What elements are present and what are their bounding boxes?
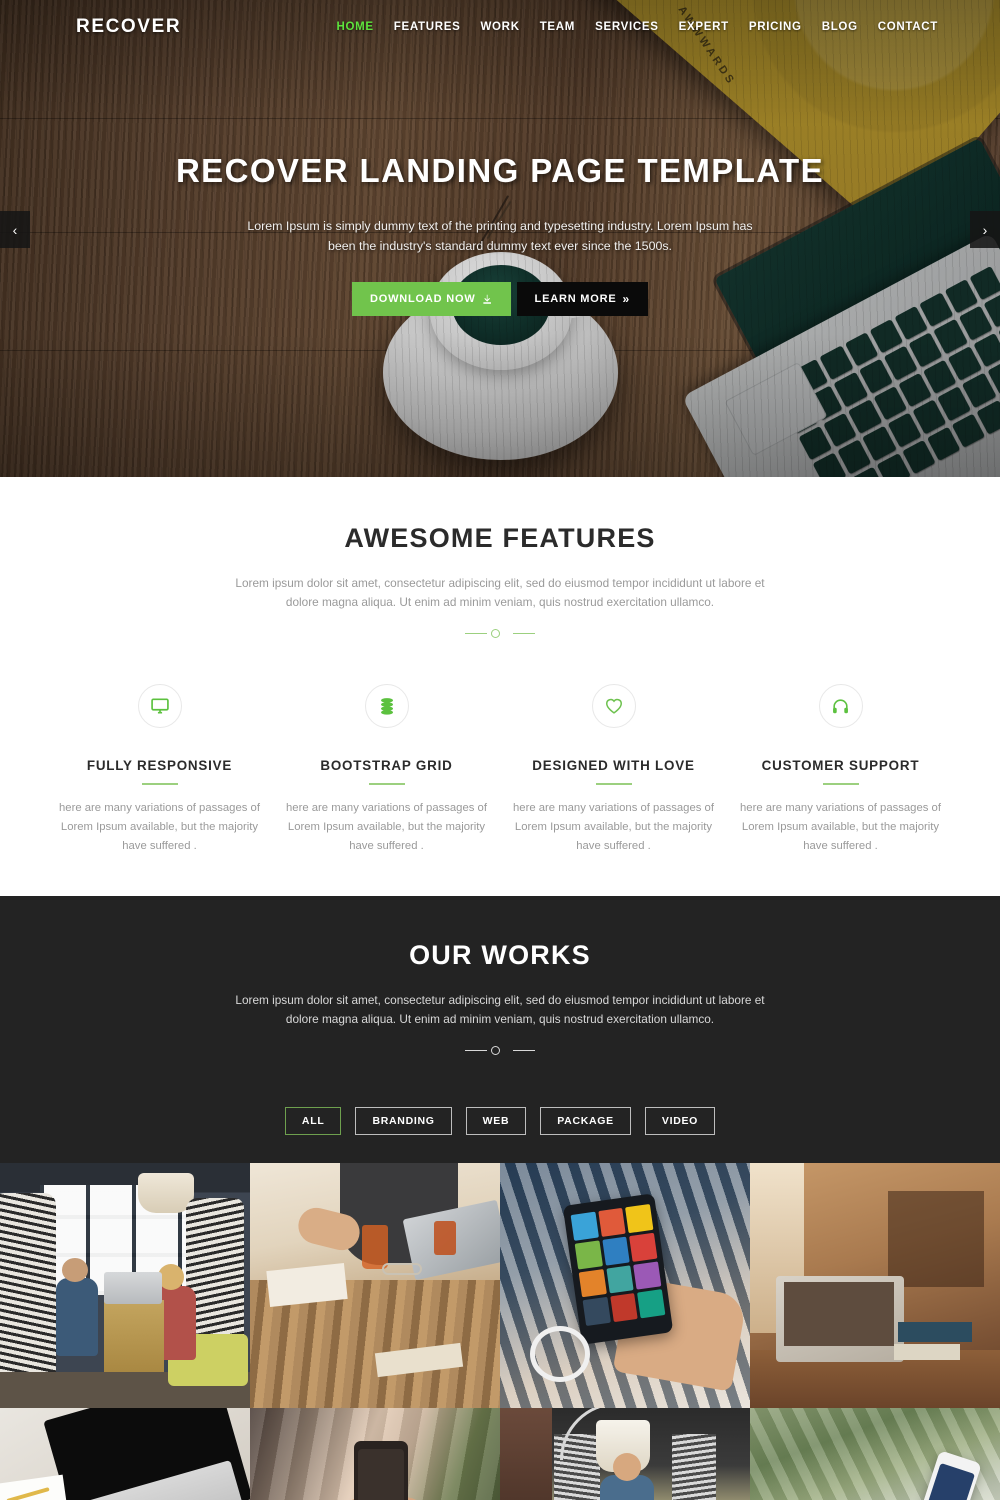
works-title: OUR WORKS: [409, 940, 591, 970]
chevron-left-icon: ‹: [12, 221, 18, 238]
site-logo[interactable]: RECOVER: [76, 16, 181, 38]
nav-item-features[interactable]: FEATURES: [394, 21, 461, 33]
slider-prev-button[interactable]: ‹: [0, 211, 30, 248]
portfolio-image-blurred-hand-with-phone: [250, 1408, 500, 1500]
portfolio-item-7[interactable]: [500, 1408, 750, 1500]
nav-item-team[interactable]: TEAM: [540, 21, 575, 33]
feature-card-designed-with-love: DESIGNED WITH LOVE here are many variati…: [500, 684, 727, 856]
hero-subtitle: Lorem Ipsum is simply dummy text of the …: [247, 219, 753, 253]
download-now-button[interactable]: DOWNLOAD NOW: [352, 282, 511, 316]
portfolio-image-open-laptop-on-light-desk: [0, 1408, 250, 1500]
hero-buttons: DOWNLOAD NOW LEARN MORE »: [0, 282, 1000, 316]
feature-title: CUSTOMER SUPPORT: [761, 758, 920, 773]
download-now-label: DOWNLOAD NOW: [370, 293, 476, 305]
features-title: AWESOME FEATURES: [344, 523, 656, 553]
portfolio-item-1[interactable]: [0, 1163, 250, 1408]
portfolio-image-phone-outdoors-on-grass: [750, 1408, 1000, 1500]
feature-description: here are many variations of passages of …: [286, 802, 487, 852]
portfolio-item-3[interactable]: [500, 1163, 750, 1408]
filter-all[interactable]: ALL: [284, 1107, 342, 1135]
headphones-icon: [833, 698, 848, 713]
works-section: OUR WORKS Lorem ipsum dolor sit amet, co…: [0, 896, 1000, 1500]
feature-icon-wrapper: [364, 684, 409, 728]
nav-menu: HOME FEATURES WORK TEAM SERVICES EXPERT …: [336, 21, 938, 33]
feature-icon-wrapper: [818, 684, 863, 728]
portfolio-image-two-people-meeting-with-laptop: [0, 1163, 250, 1408]
feature-description: here are many variations of passages of …: [59, 802, 260, 852]
database-stack-icon: [380, 698, 393, 715]
portfolio-image-laptop-on-wooden-desk-with-shelf: [750, 1163, 1000, 1408]
nav-item-home[interactable]: HOME: [336, 21, 373, 33]
feature-card-bootstrap-grid: BOOTSTRAP GRID here are many variations …: [273, 684, 500, 856]
feature-description: here are many variations of passages of …: [740, 802, 941, 852]
chevron-right-icon: ›: [982, 221, 988, 238]
section-divider: [465, 628, 535, 640]
feature-title: DESIGNED WITH LOVE: [532, 758, 695, 773]
portfolio-image-man-in-booth-under-lamp: [500, 1408, 750, 1500]
heart-icon: [605, 698, 622, 714]
download-icon: [482, 294, 491, 304]
chevron-double-right-icon: »: [622, 292, 630, 306]
feature-title: FULLY RESPONSIVE: [86, 758, 233, 773]
feature-card-customer-support: CUSTOMER SUPPORT here are many variation…: [727, 684, 954, 856]
features-subtitle: Lorem ipsum dolor sit amet, consectetur …: [235, 576, 765, 609]
nav-item-expert[interactable]: EXPERT: [679, 21, 729, 33]
portfolio-item-4[interactable]: [750, 1163, 1000, 1408]
portfolio-filters: ALL BRANDING WEB PACKAGE VIDEO: [0, 1107, 1000, 1163]
feature-underline: [368, 783, 405, 785]
feature-description: here are many variations of passages of …: [513, 802, 714, 852]
filter-video[interactable]: VIDEO: [644, 1107, 716, 1135]
feature-underline: [822, 783, 859, 785]
feature-card-fully-responsive: FULLY RESPONSIVE here are many variation…: [46, 684, 273, 856]
feature-icon-wrapper: [591, 684, 636, 728]
features-list: FULLY RESPONSIVE here are many variation…: [0, 684, 1000, 856]
portfolio-item-5[interactable]: [0, 1408, 250, 1500]
portfolio-item-6[interactable]: [250, 1408, 500, 1500]
nav-item-services[interactable]: SERVICES: [595, 21, 659, 33]
feature-icon-wrapper: [137, 684, 182, 728]
nav-item-contact[interactable]: CONTACT: [878, 21, 938, 33]
nav-item-blog[interactable]: BLOG: [822, 21, 858, 33]
learn-more-button[interactable]: LEARN MORE »: [516, 282, 648, 316]
portfolio-image-hand-holding-smartphone-tiles: [500, 1163, 750, 1408]
filter-branding[interactable]: BRANDING: [355, 1107, 452, 1135]
portfolio-grid: [0, 1163, 1000, 1500]
hero-title: RECOVER LANDING PAGE TEMPLATE: [175, 152, 825, 189]
feature-underline: [141, 783, 178, 785]
nav-item-work[interactable]: WORK: [480, 21, 519, 33]
features-section: AWESOME FEATURES Lorem ipsum dolor sit a…: [0, 477, 1000, 896]
nav-item-pricing[interactable]: PRICING: [749, 21, 802, 33]
feature-title: BOOTSTRAP GRID: [320, 758, 453, 773]
hero-section: AWWWARDS RECOVER HOME FEATURES WORK TEAM…: [0, 0, 1000, 477]
filter-package[interactable]: PACKAGE: [540, 1107, 631, 1135]
works-subtitle: Lorem ipsum dolor sit amet, consectetur …: [235, 993, 765, 1026]
works-divider: [465, 1045, 535, 1057]
hero-copy: RECOVER LANDING PAGE TEMPLATE Lorem Ipsu…: [0, 152, 1000, 316]
learn-more-label: LEARN MORE: [534, 293, 617, 305]
portfolio-item-2[interactable]: [250, 1163, 500, 1408]
feature-underline: [595, 783, 632, 785]
portfolio-item-8[interactable]: [750, 1408, 1000, 1500]
desktop-monitor-icon: [150, 698, 169, 714]
slider-next-button[interactable]: ›: [970, 211, 1000, 248]
main-navigation: RECOVER HOME FEATURES WORK TEAM SERVICES…: [0, 0, 1000, 54]
filter-web[interactable]: WEB: [465, 1107, 527, 1135]
portfolio-image-desk-with-drinks-and-laptop: [250, 1163, 500, 1408]
